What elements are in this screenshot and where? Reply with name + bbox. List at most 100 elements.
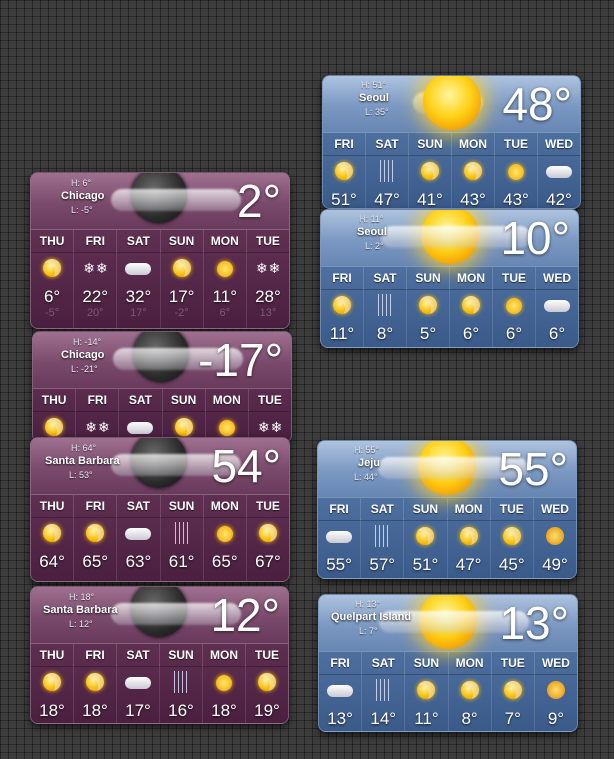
forecast-high: 16° [168, 701, 194, 720]
day-label: SAT [361, 498, 405, 520]
day-label: TUE [257, 393, 282, 407]
forecast-high: 61° [168, 552, 195, 571]
forecast-high: 28° [255, 287, 281, 306]
partly-sunny-icon [421, 162, 439, 180]
forecast-day: 43° [452, 154, 495, 208]
forecast-high: 19° [254, 701, 280, 720]
partly-sunny-icon [45, 418, 64, 436]
forecast-row: 55° 57° 51° 47° 45° 49° [318, 519, 576, 578]
current-temperature: 12° [210, 589, 280, 641]
partly-sunny-icon [333, 296, 351, 314]
forecast-day: 65° [74, 516, 118, 581]
forecast-day: 6° -5° [31, 251, 75, 328]
forecast-high: 63° [125, 552, 152, 571]
forecast-high: 57° [369, 555, 396, 574]
forecast-day: 45° [491, 519, 534, 578]
forecast-day-row: FRI SAT SUN MON TUE WED [323, 132, 580, 156]
forecast-day-row: FRI SAT SUN MON TUE WED [318, 497, 576, 521]
current-temperature: 54° [211, 440, 281, 492]
weather-widget-chicago-f[interactable]: H: 6° Chicago L: -5° 2° THU FRI SAT SUN MON T… [30, 172, 290, 329]
forecast-day: 32° 17° [117, 251, 161, 328]
forecast-day: 41° [409, 154, 452, 208]
cloud-icon [127, 422, 154, 434]
low-label: L: 53° [69, 470, 93, 480]
sun-icon [423, 76, 481, 130]
forecast-day: 11° 6° [204, 251, 247, 328]
day-label: SUN [161, 230, 204, 252]
city-name: Santa Barbara [45, 455, 120, 467]
current-temperature: 48° [502, 78, 572, 130]
weather-widget-chicago-c[interactable]: H: -14° Chicago L: -21° -17° THU FRI SAT SU… [32, 331, 292, 443]
forecast-day: 65° [204, 516, 247, 581]
widget-header: H: 55° Jeju L: 44° 55° [318, 441, 576, 497]
forecast-day: 57° [361, 519, 405, 578]
forecast-high: 6° [548, 324, 566, 343]
rain-icon [375, 525, 390, 547]
forecast-row: 18° 18° 17° 16° 18° 19° [31, 665, 288, 723]
forecast-high: 11° [414, 709, 439, 728]
forecast-high: 43° [503, 190, 529, 209]
city-name: Santa Barbara [43, 604, 118, 616]
low-label: L: 35° [365, 107, 389, 117]
partly-sunny-icon [86, 524, 105, 542]
high-label: H: 64° [71, 443, 97, 453]
forecast-day: 19° [246, 665, 288, 723]
forecast-day: 18° [31, 665, 74, 723]
forecast-high: 6° [43, 287, 61, 306]
day-label: SAT [117, 644, 160, 666]
low-label: L: 2° [365, 241, 384, 251]
sun-rain-icon [546, 681, 565, 699]
forecast-day-row: FRI SAT SUN MON TUE WED [321, 266, 578, 290]
forecast-day: 5° [407, 288, 450, 347]
snow-icon: ❄❄ [83, 260, 109, 276]
weather-widget-jeju-f[interactable]: H: 55° Jeju L: 44° 55° FRI SAT SUN MON TUE WE… [317, 440, 577, 579]
day-label: SAT [362, 652, 406, 674]
forecast-high: 42° [546, 190, 572, 209]
partly-sunny-icon [416, 527, 435, 545]
forecast-high: 18° [39, 701, 65, 720]
weather-widget-quelpart-island-c[interactable]: H: 13° Quelpart Island L: 7° 13° FRI SAT S… [318, 594, 578, 732]
weather-widget-seoul-c[interactable]: H: 11° Seoul L: 2° 10° FRI SAT SUN MON TUE WE… [320, 209, 579, 348]
city-name: Chicago [61, 349, 105, 361]
forecast-low: 17° [130, 307, 147, 319]
current-temperature: 55° [498, 443, 568, 495]
forecast-day-row: THU FRI SAT SUN MON TUE [31, 494, 289, 518]
forecast-day: 18° [74, 665, 117, 723]
forecast-day: 16° [160, 665, 203, 723]
weather-widget-santa-barbara-c[interactable]: H: 18° Santa Barbara L: 12° 12° THU FRI SA… [30, 586, 289, 724]
forecast-high: 43° [460, 190, 486, 209]
day-label: FRI [319, 652, 363, 674]
day-label: TUE [255, 648, 279, 662]
rain-icon [376, 679, 391, 701]
cloud-icon [327, 685, 354, 697]
low-label: L: 12° [69, 619, 93, 629]
day-label: THU [31, 495, 75, 517]
forecast-high: 18° [211, 701, 237, 720]
weather-widget-santa-barbara-f[interactable]: H: 64° Santa Barbara L: 53° 54° THU FRI SA… [30, 437, 290, 582]
forecast-day-row: FRI SAT SUN MON TUE WED [319, 651, 577, 675]
sun-icon [216, 526, 233, 542]
widget-header: H: 64° Santa Barbara L: 53° 54° [31, 438, 289, 494]
forecast-high: 5° [419, 324, 437, 343]
forecast-row: 11° 8° 5° 6° 6° 6° [321, 288, 578, 347]
day-label: FRI [76, 389, 120, 411]
forecast-day: 43° [495, 154, 538, 208]
day-label: FRI [318, 498, 362, 520]
sun-icon [216, 261, 233, 277]
sun-icon [506, 298, 522, 314]
weather-widget-seoul-f[interactable]: H: 51° Seoul L: 35° 48° FRI SAT SUN MON TUE W… [322, 75, 581, 209]
day-label: MON [452, 133, 495, 155]
day-label: THU [31, 230, 75, 252]
current-temperature: 2° [237, 175, 281, 227]
forecast-row: 51° 47° 41° 43° 43° 42° [323, 154, 580, 208]
forecast-day: 17° -2° [161, 251, 204, 328]
forecast-high: 14° [370, 709, 397, 728]
partly-sunny-icon [174, 418, 193, 436]
forecast-high: 9° [547, 709, 565, 728]
forecast-high: 8° [376, 324, 394, 343]
forecast-day: 64° [31, 516, 75, 581]
forecast-high: 51° [412, 555, 439, 574]
forecast-low: -5° [44, 307, 60, 319]
day-label: SAT [366, 133, 409, 155]
forecast-high: 45° [498, 555, 525, 574]
